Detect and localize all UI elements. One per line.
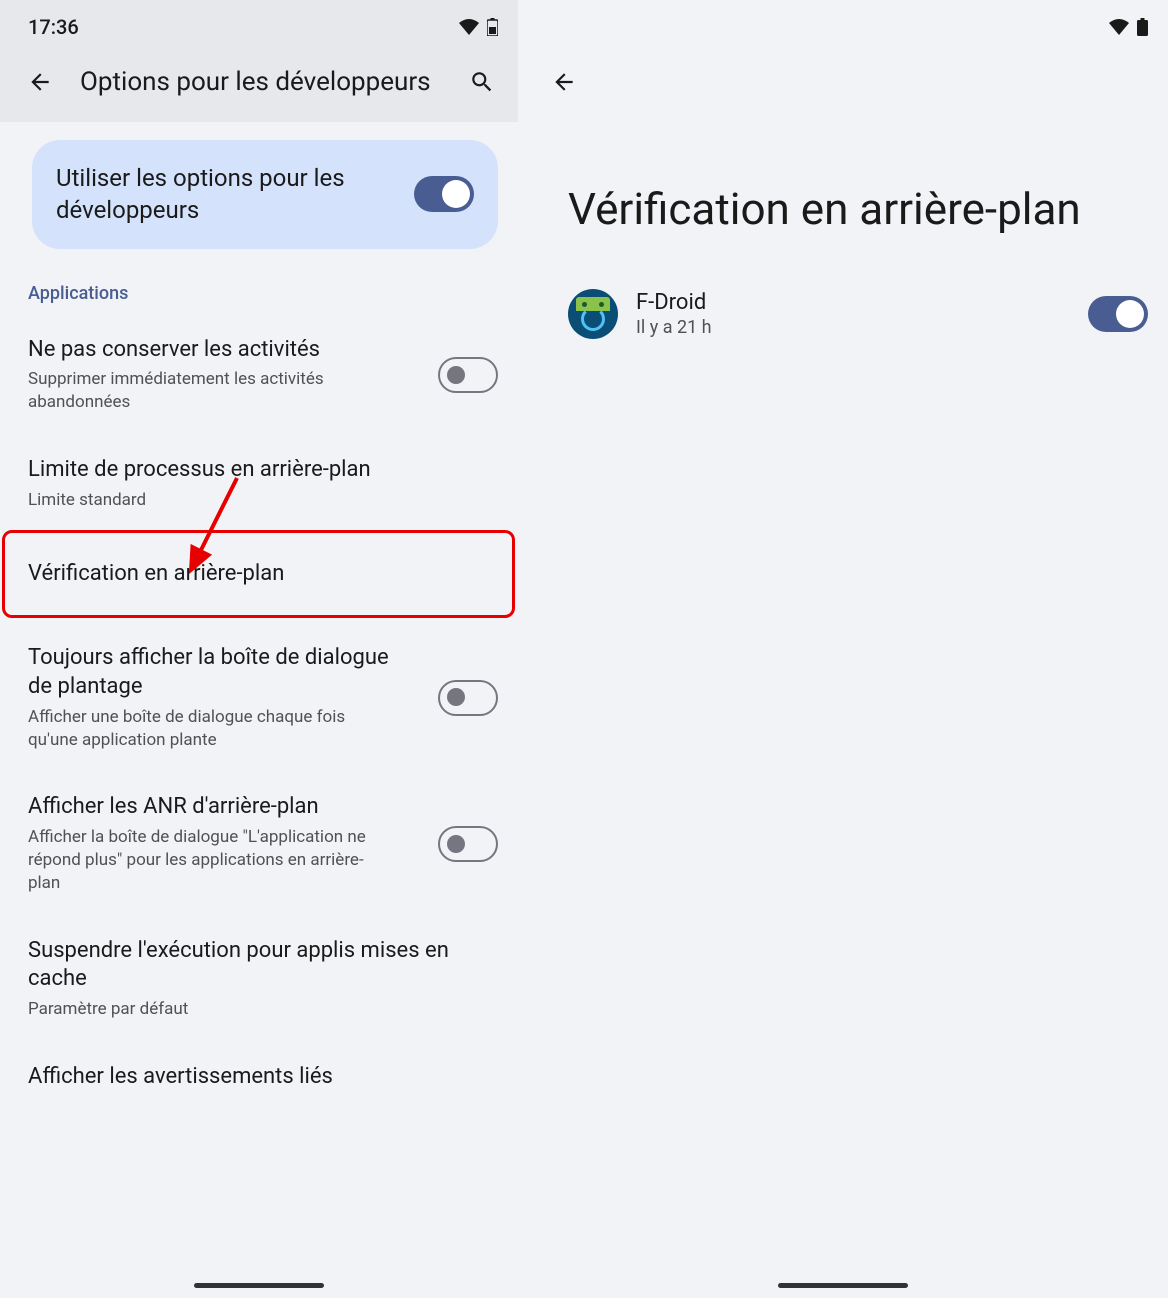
setting-title: Toujours afficher la boîte de dialogue d… [28,644,418,701]
status-time: 17:36 [28,15,79,39]
battery-icon [1137,18,1148,36]
app-bar: Options pour les développeurs [0,50,518,122]
back-button[interactable] [20,62,60,102]
setting-title: Ne pas conserver les activités [28,336,418,365]
status-bar [518,0,1168,50]
setting-desc: Limite standard [28,489,388,512]
nav-handle[interactable] [194,1283,324,1288]
section-header: Applications [0,271,518,320]
status-icons [1109,18,1148,36]
app-meta: Il y a 21 h [636,317,1088,338]
app-row-fdroid[interactable]: F-Droid Il y a 21 h [518,275,1168,353]
setting-suspend-cached[interactable]: Suspendre l'exécution pour applis mises … [0,911,518,1037]
status-icons [459,18,498,36]
setting-title: Limite de processus en arrière-plan [28,456,478,485]
app-bar [518,50,1168,122]
right-screen: Vérification en arrière-plan F-Droid Il … [518,0,1168,1298]
setting-desc: Supprimer immédiatement les activités ab… [28,368,388,414]
toggle-switch[interactable] [438,826,498,862]
arrow-back-icon [551,69,577,95]
back-button[interactable] [544,62,584,102]
status-bar: 17:36 [0,0,518,50]
wifi-icon [459,19,479,35]
master-toggle-switch[interactable] [414,176,474,212]
battery-icon [487,18,498,36]
left-screen: 17:36 Options pour les développeurs Util… [0,0,518,1298]
setting-show-crash-dialog[interactable]: Toujours afficher la boîte de dialogue d… [0,614,518,767]
app-icon [568,289,618,339]
setting-title: Afficher les ANR d'arrière-plan [28,793,418,822]
setting-show-warnings[interactable]: Afficher les avertissements liés [0,1037,518,1108]
setting-bg-process-limit[interactable]: Limite de processus en arrière-plan Limi… [0,430,518,534]
search-icon [469,69,495,95]
page-title: Vérification en arrière-plan [518,122,1168,275]
setting-desc: Afficher la boîte de dialogue "L'applica… [28,826,388,895]
setting-title: Suspendre l'exécution pour applis mises … [28,937,478,994]
app-toggle-switch[interactable] [1088,296,1148,332]
arrow-back-icon [27,69,53,95]
settings-content[interactable]: Utiliser les options pour les développeu… [0,122,518,1298]
setting-show-bg-anr[interactable]: Afficher les ANR d'arrière-plan Afficher… [0,767,518,910]
toggle-switch[interactable] [438,357,498,393]
setting-desc: Paramètre par défaut [28,998,388,1021]
nav-handle[interactable] [778,1283,908,1288]
search-button[interactable] [462,62,502,102]
setting-desc: Afficher une boîte de dialogue chaque fo… [28,706,388,752]
page-title: Options pour les développeurs [80,67,462,97]
setting-no-keep-activities[interactable]: Ne pas conserver les activités Supprimer… [0,320,518,430]
wifi-icon [1109,19,1129,35]
toggle-switch[interactable] [438,680,498,716]
setting-bg-check[interactable]: Vérification en arrière-plan [0,534,518,615]
setting-title: Vérification en arrière-plan [28,560,478,589]
master-toggle-label: Utiliser les options pour les développeu… [56,162,356,227]
setting-title: Afficher les avertissements liés [28,1063,478,1092]
master-toggle[interactable]: Utiliser les options pour les développeu… [32,140,498,249]
app-name: F-Droid [636,290,1088,315]
